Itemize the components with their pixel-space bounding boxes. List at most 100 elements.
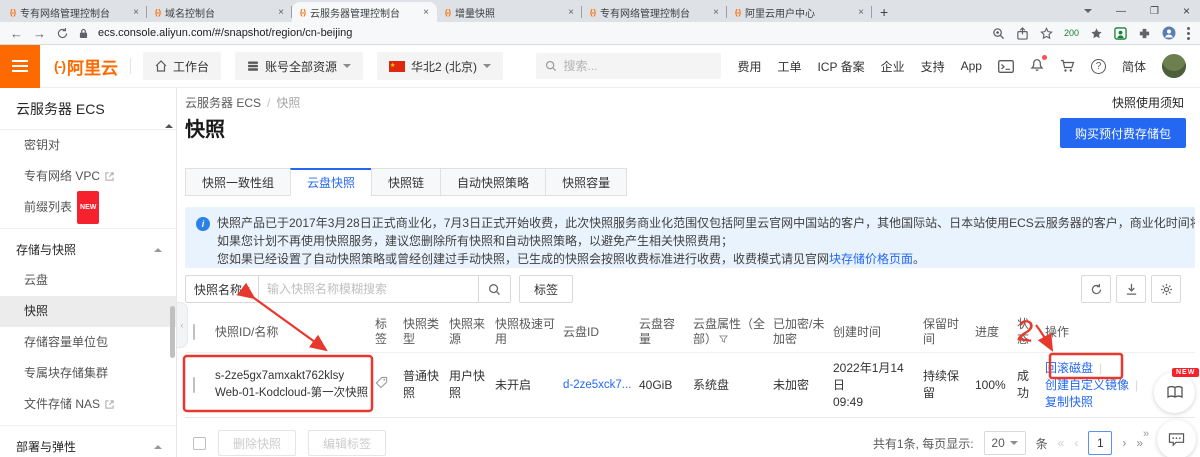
feedback-chat-button[interactable] [1157, 420, 1196, 457]
col-disk-attribute[interactable]: 云盘属性（全部） [693, 317, 773, 347]
back-button[interactable]: ← [10, 26, 23, 41]
disk-id-link[interactable]: d-2ze5xck7... [563, 379, 631, 391]
sidebar-item-vpc[interactable]: 专有网络 VPC [0, 161, 176, 192]
tab-close-icon[interactable]: × [568, 7, 574, 18]
header-menu-item[interactable]: ICP 备案 [817, 58, 864, 75]
profile-avatar[interactable] [1162, 26, 1176, 40]
header-menu-item[interactable]: 企业 [881, 58, 905, 75]
window-restore-button[interactable]: ❐ [1150, 6, 1159, 17]
tab-close-icon[interactable]: × [858, 7, 864, 18]
tab-snapshot-capacity[interactable]: 快照容量 [545, 168, 627, 196]
docs-widget-button[interactable] [1154, 372, 1195, 413]
sidebar-item-disks[interactable]: 云盘 [0, 265, 176, 296]
header-menu-item[interactable]: App [961, 59, 982, 73]
sidebar-item-snapshots[interactable]: 快照 [0, 296, 176, 327]
browser-tab-active[interactable]: (-) 云服务器管理控制台 × [292, 2, 437, 22]
sidebar-item-keypairs[interactable]: 密钥对 [0, 130, 176, 161]
breadcrumb-root[interactable]: 云服务器 ECS [185, 96, 261, 110]
sidebar-section-storage-snapshots[interactable]: 存储与快照 [0, 234, 176, 265]
header-menu-item[interactable]: 工单 [777, 58, 801, 75]
workbench-button[interactable]: 工作台 [143, 52, 221, 80]
browser-tab[interactable]: (-) 域名控制台 × [147, 2, 292, 22]
export-download-button[interactable] [1116, 275, 1146, 303]
help-icon[interactable]: ? [1091, 59, 1106, 74]
url-text[interactable]: ecs.console.aliyun.com/#/snapshot/region… [98, 27, 352, 39]
scrollbar-up-arrow[interactable] [165, 120, 173, 128]
browser-tab[interactable]: (-) 专有网络管理控制台 × [582, 2, 727, 22]
tab-consistency-group[interactable]: 快照一致性组 [185, 168, 291, 196]
sidebar-item-storage-capacity-units[interactable]: 存储容量单位包 [0, 327, 176, 358]
window-minimize-button[interactable]: — [1116, 6, 1126, 17]
snapshot-search-input[interactable] [259, 275, 479, 303]
sidebar-item-nas[interactable]: 文件存储 NAS [0, 389, 176, 420]
tab-close-icon[interactable]: × [278, 7, 284, 18]
page-size-select[interactable]: 20 [984, 431, 1026, 455]
tab-search-icon[interactable] [1084, 9, 1092, 17]
filter-field-dropdown[interactable]: 快照名称 [185, 275, 259, 303]
browser-menu-icon[interactable] [1187, 27, 1190, 40]
snapshot-notice-link[interactable]: 快照使用须知 [1112, 94, 1184, 111]
header-search-input[interactable] [563, 59, 693, 73]
cloudshell-terminal-icon[interactable] [998, 60, 1014, 73]
extension-badge-icon[interactable] [1090, 27, 1103, 40]
sidebar-collapse-handle[interactable]: ‹ [177, 302, 188, 348]
sidebar-item-dedicated-block-storage[interactable]: 专属块存储集群 [0, 358, 176, 389]
edit-tags-button[interactable]: 编辑标签 [308, 430, 386, 456]
tab-disk-snapshots-active[interactable]: 云盘快照 [290, 168, 372, 196]
delete-snapshot-button[interactable]: 删除快照 [218, 430, 296, 456]
create-custom-image-link[interactable]: 创建自定义镜像 [1045, 378, 1129, 392]
header-search[interactable] [536, 53, 721, 79]
sidebar-item-prefix-lists[interactable]: 前缀列表 NEW [0, 192, 176, 223]
new-tab-button[interactable]: + [880, 4, 888, 20]
aliyun-logo[interactable]: (-) 阿里云 [54, 54, 118, 79]
forward-button[interactable]: → [33, 26, 46, 41]
tab-auto-snapshot-policy[interactable]: 自动快照策略 [440, 168, 546, 196]
current-page-box[interactable]: 1 [1088, 431, 1112, 455]
header-menu-item[interactable]: 支持 [921, 58, 945, 75]
search-button[interactable] [479, 275, 511, 303]
column-settings-gear-button[interactable] [1151, 275, 1181, 303]
extensions-puzzle-icon[interactable] [1138, 27, 1151, 40]
tab-close-icon[interactable]: × [133, 7, 139, 18]
sidebar-section-deployment-elasticity[interactable]: 部署与弹性 [0, 431, 176, 457]
browser-tab[interactable]: (-) 阿里云用户中心 × [727, 2, 872, 22]
region-selector[interactable]: ★ 华北2 (北京) [377, 52, 503, 80]
copy-snapshot-link[interactable]: 复制快照 [1045, 395, 1093, 409]
user-avatar[interactable] [1162, 54, 1186, 78]
notifications-bell-icon[interactable] [1030, 57, 1044, 75]
rollback-disk-link[interactable]: 回滚磁盘 [1045, 361, 1093, 375]
scrollbar-thumb[interactable] [170, 306, 175, 358]
first-page-button[interactable]: « [1058, 436, 1065, 450]
buy-storage-plan-button[interactable]: 购买预付费存储包 [1060, 118, 1186, 148]
window-close-button[interactable]: × [1183, 4, 1190, 18]
select-all-checkbox[interactable] [193, 324, 195, 340]
tab-close-icon[interactable]: × [713, 7, 719, 18]
share-icon[interactable] [1016, 27, 1029, 40]
banner-line-1: 快照产品已于2017年3月28日正式商业化，7月3日正式开始收费，此次快照服务商… [217, 214, 1183, 232]
bookmark-star-icon[interactable] [1040, 27, 1053, 40]
cart-icon[interactable] [1060, 59, 1075, 73]
language-selector[interactable]: 简体 [1122, 58, 1146, 75]
footer-select-all-checkbox[interactable] [193, 437, 206, 450]
prev-page-button[interactable]: ‹ [1074, 436, 1078, 450]
block-storage-pricing-link[interactable]: 块存储价格页面 [829, 252, 913, 266]
next-page-button[interactable]: › [1122, 436, 1126, 450]
account-resources-button[interactable]: 账号全部资源 [235, 52, 363, 80]
filter-funnel-icon[interactable] [719, 335, 728, 344]
refresh-button[interactable] [1081, 275, 1111, 303]
hamburger-menu-icon[interactable] [0, 45, 40, 88]
browser-tab[interactable]: (-) 增量快照 × [437, 2, 582, 22]
widget-expand-icon[interactable]: » [1143, 428, 1149, 440]
header-menu-item[interactable]: 费用 [737, 58, 761, 75]
browser-tab[interactable]: (-) 专有网络管理控制台 × [2, 2, 147, 22]
refresh-button[interactable] [56, 27, 69, 40]
col-snapshot-id-name[interactable]: 快照ID/名称 [215, 325, 375, 340]
tab-close-icon[interactable]: × [423, 7, 429, 18]
tag-icon[interactable] [375, 376, 388, 389]
tag-filter-button[interactable]: 标签 [519, 275, 573, 303]
row-checkbox[interactable] [193, 377, 195, 393]
zoom-icon[interactable] [992, 27, 1005, 40]
last-page-button[interactable]: » [1136, 436, 1143, 450]
extension-person-icon[interactable] [1114, 27, 1127, 40]
tab-snapshot-chain[interactable]: 快照链 [371, 168, 441, 196]
